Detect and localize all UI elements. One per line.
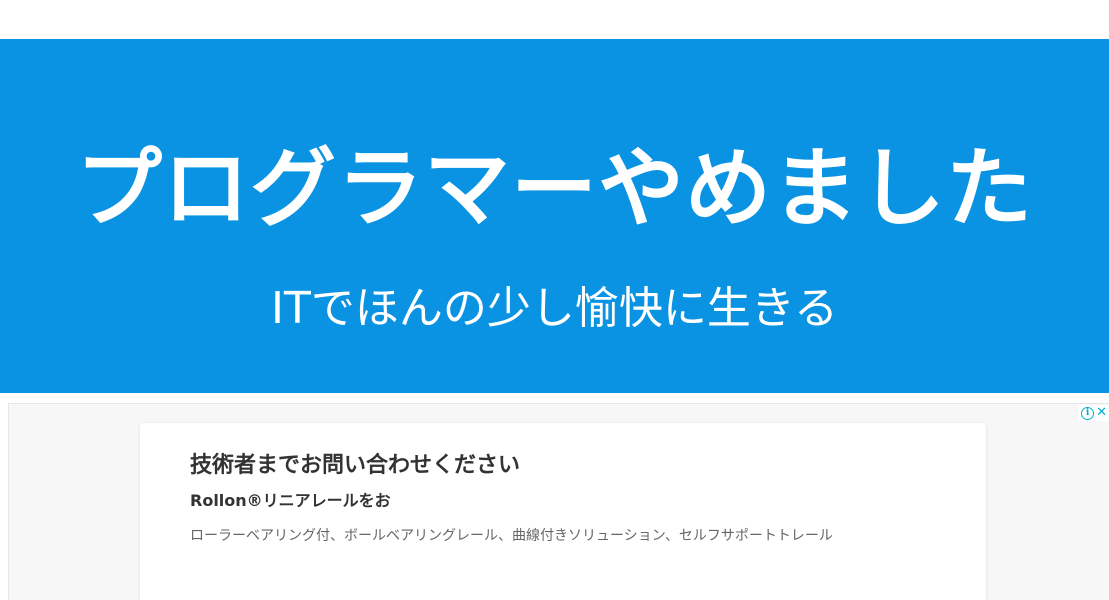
- info-icon[interactable]: i: [1081, 406, 1095, 420]
- ad-subheadline[interactable]: Rollon®リニアレールをお: [190, 490, 391, 512]
- ad-headline[interactable]: 技術者までお問い合わせください: [190, 451, 520, 481]
- ad-choices[interactable]: i ✕: [1079, 405, 1109, 421]
- site-title[interactable]: プログラマーやめました: [0, 139, 1109, 239]
- ad-container: i ✕ 技術者までお問い合わせください Rollon®リニアレールをお ローラー…: [8, 403, 1109, 600]
- site-header-banner[interactable]: プログラマーやめました ITでほんの少し愉快に生きる: [0, 39, 1109, 393]
- close-icon[interactable]: ✕: [1096, 406, 1107, 420]
- ad-card[interactable]: 技術者までお問い合わせください Rollon®リニアレールをお ローラーベアリン…: [140, 423, 986, 600]
- ad-description[interactable]: ローラーベアリング付、ボールベアリングレール、曲線付きソリューション、セルフサポ…: [190, 526, 833, 546]
- top-strip: [0, 0, 1109, 39]
- site-tagline: ITでほんの少し愉快に生きる: [271, 283, 838, 334]
